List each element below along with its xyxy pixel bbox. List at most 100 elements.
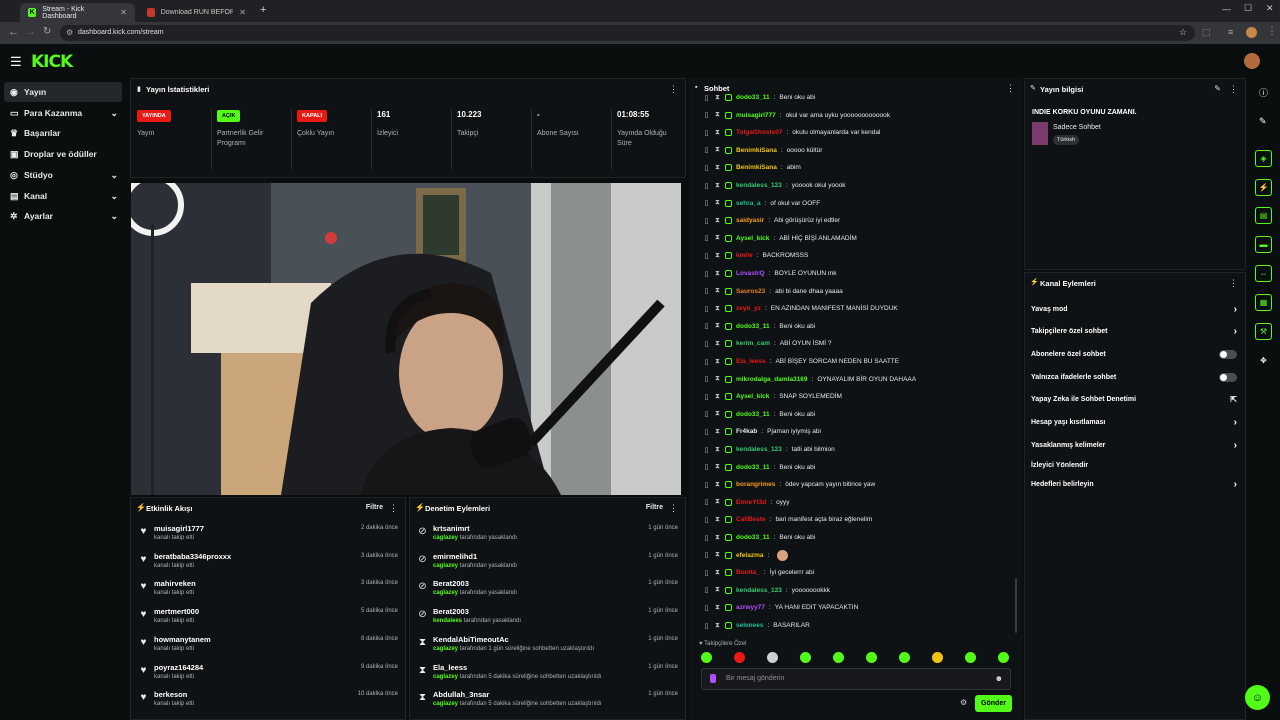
chat-username[interactable]: Aysel_kick: [736, 235, 769, 242]
reload-icon[interactable]: ↻: [43, 26, 51, 37]
channel-action-row[interactable]: Abonelere özel sohbet: [1031, 343, 1237, 365]
channel-action-row[interactable]: Takipçilere özel sohbet ›: [1031, 320, 1237, 342]
timeout-icon[interactable]: ⧗: [714, 305, 721, 313]
delete-message-icon[interactable]: ▯: [703, 111, 710, 119]
moderated-user[interactable]: Abdullah_3nsar: [433, 690, 489, 699]
emoji-icon[interactable]: ☻: [995, 674, 1003, 683]
timeout-icon[interactable]: ⧗: [714, 586, 721, 594]
delete-message-icon[interactable]: ▯: [703, 182, 710, 190]
delete-message-icon[interactable]: ▯: [703, 569, 710, 577]
toggle-switch[interactable]: [1219, 372, 1237, 382]
delete-message-icon[interactable]: ▯: [703, 534, 710, 542]
emote-icon[interactable]: [701, 652, 712, 663]
back-icon[interactable]: ←: [8, 26, 19, 38]
follower-name[interactable]: howmanytanem: [154, 635, 211, 644]
minimize-icon[interactable]: —: [1222, 4, 1231, 14]
moderated-user[interactable]: KendalAbiTimeoutAc: [433, 635, 509, 644]
delete-message-icon[interactable]: ▯: [703, 340, 710, 348]
timeout-icon[interactable]: ⧗: [714, 111, 721, 119]
document-icon[interactable]: ▤: [1255, 207, 1272, 224]
extensions-icon[interactable]: ⬚: [1202, 27, 1211, 38]
toggle-switch[interactable]: [1219, 349, 1237, 359]
emote-icon[interactable]: [965, 652, 976, 663]
info-icon[interactable]: ⓘ: [1259, 86, 1268, 99]
sidebar-item-studyo[interactable]: ◎ Stüdyo ⌄: [4, 165, 122, 185]
timeout-icon[interactable]: ⧗: [714, 463, 721, 471]
timeout-icon[interactable]: ⧗: [714, 322, 721, 330]
chat-username[interactable]: mikrodalga_damla3169: [736, 376, 808, 383]
timeout-icon[interactable]: ⧗: [714, 551, 721, 559]
moderated-user[interactable]: krtsanimrt: [433, 524, 470, 533]
chat-username[interactable]: kendaless_123: [736, 587, 782, 594]
delete-message-icon[interactable]: ▯: [703, 164, 710, 172]
timeout-icon[interactable]: ⧗: [714, 358, 721, 366]
emote-icon[interactable]: [899, 652, 910, 663]
close-icon[interactable]: ✕: [120, 8, 127, 17]
timeout-icon[interactable]: ⧗: [714, 516, 721, 524]
delete-message-icon[interactable]: ▯: [703, 498, 710, 506]
chat-username[interactable]: Bonita_: [736, 569, 760, 576]
chat-scrollbar[interactable]: [1015, 578, 1017, 633]
timeout-icon[interactable]: ⧗: [714, 340, 721, 348]
delete-message-icon[interactable]: ▯: [703, 287, 710, 295]
sidebar-item-ayarlar[interactable]: ✲ Ayarlar ⌄: [4, 206, 122, 226]
delete-message-icon[interactable]: ▯: [703, 551, 710, 559]
pencil-icon[interactable]: ✎: [1259, 116, 1267, 127]
chat-username[interactable]: sehra_a: [736, 200, 761, 207]
delete-message-icon[interactable]: ▯: [703, 410, 710, 418]
chat-username[interactable]: dodo33_11: [736, 411, 770, 418]
emote-icon[interactable]: [998, 652, 1009, 663]
follower-name[interactable]: mahirveken: [154, 579, 196, 588]
delete-message-icon[interactable]: ▯: [703, 217, 710, 225]
timeout-icon[interactable]: ⧗: [714, 604, 721, 612]
site-info-icon[interactable]: ⚙: [66, 28, 73, 37]
channel-action-row[interactable]: Yasaklanmış kelimeler ›: [1031, 434, 1237, 456]
moderated-user[interactable]: Ela_leess: [433, 663, 467, 672]
emote-icon[interactable]: [800, 652, 811, 663]
timeout-icon[interactable]: ⧗: [714, 217, 721, 225]
more-options-icon[interactable]: ⋮: [1229, 278, 1238, 289]
chat-username[interactable]: kendaless_123: [736, 182, 782, 189]
help-chat-icon[interactable]: ☺: [1245, 685, 1270, 710]
delete-message-icon[interactable]: ▯: [703, 622, 710, 630]
emote-icon[interactable]: [866, 652, 877, 663]
chat-username[interactable]: dodo33_11: [736, 323, 770, 330]
chat-username[interactable]: Sauros23: [736, 288, 765, 295]
media-icon[interactable]: ≡: [1228, 27, 1233, 37]
chat-username[interactable]: BenimkiSana: [736, 164, 777, 171]
timeout-icon[interactable]: ⧗: [714, 534, 721, 542]
timeout-icon[interactable]: ⧗: [714, 481, 721, 489]
follower-name[interactable]: mertmert000: [154, 607, 199, 616]
forward-icon[interactable]: →: [25, 26, 36, 38]
timeout-icon[interactable]: ⧗: [714, 410, 721, 418]
delete-message-icon[interactable]: ▯: [703, 199, 710, 207]
browser-tab-kick[interactable]: K Stream - Kick Dashboard ✕: [20, 3, 135, 22]
link-icon[interactable]: ⇔: [1255, 265, 1272, 282]
more-options-icon[interactable]: ⋮: [669, 84, 678, 95]
delete-message-icon[interactable]: ▯: [703, 604, 710, 612]
chat-username[interactable]: dodo33_11: [736, 94, 770, 101]
profile-avatar[interactable]: [1246, 27, 1257, 38]
stream-preview[interactable]: [131, 183, 681, 495]
kick-logo[interactable]: KICK: [31, 52, 73, 72]
emote-icon[interactable]: [767, 652, 778, 663]
delete-message-icon[interactable]: ▯: [703, 146, 710, 154]
edit-icon[interactable]: ✎: [1214, 84, 1221, 93]
chat-username[interactable]: kerim_cam: [736, 340, 770, 347]
filter-button[interactable]: Filtre: [646, 504, 663, 511]
chat-username[interactable]: Aysel_kick: [736, 393, 769, 400]
moderator-name[interactable]: kendalees: [433, 618, 462, 624]
address-bar[interactable]: ⚙ dashboard.kick.com/stream ☆: [60, 25, 1195, 41]
chat-username[interactable]: selenees: [736, 622, 763, 629]
chat-username[interactable]: muisagirl777: [736, 112, 776, 119]
sidebar-item-basarilar[interactable]: ♛ Başarılar: [4, 123, 122, 143]
delete-message-icon[interactable]: ▯: [703, 481, 710, 489]
delete-message-icon[interactable]: ▯: [703, 586, 710, 594]
chat-username[interactable]: zeyn_yz: [736, 305, 761, 312]
delete-message-icon[interactable]: ▯: [703, 393, 710, 401]
timeout-icon[interactable]: ⧗: [714, 393, 721, 401]
delete-message-icon[interactable]: ▯: [703, 270, 710, 278]
delete-message-icon[interactable]: ▯: [703, 234, 710, 242]
chat-username[interactable]: azrwyy77: [736, 604, 765, 611]
timeout-icon[interactable]: ⧗: [714, 252, 721, 260]
